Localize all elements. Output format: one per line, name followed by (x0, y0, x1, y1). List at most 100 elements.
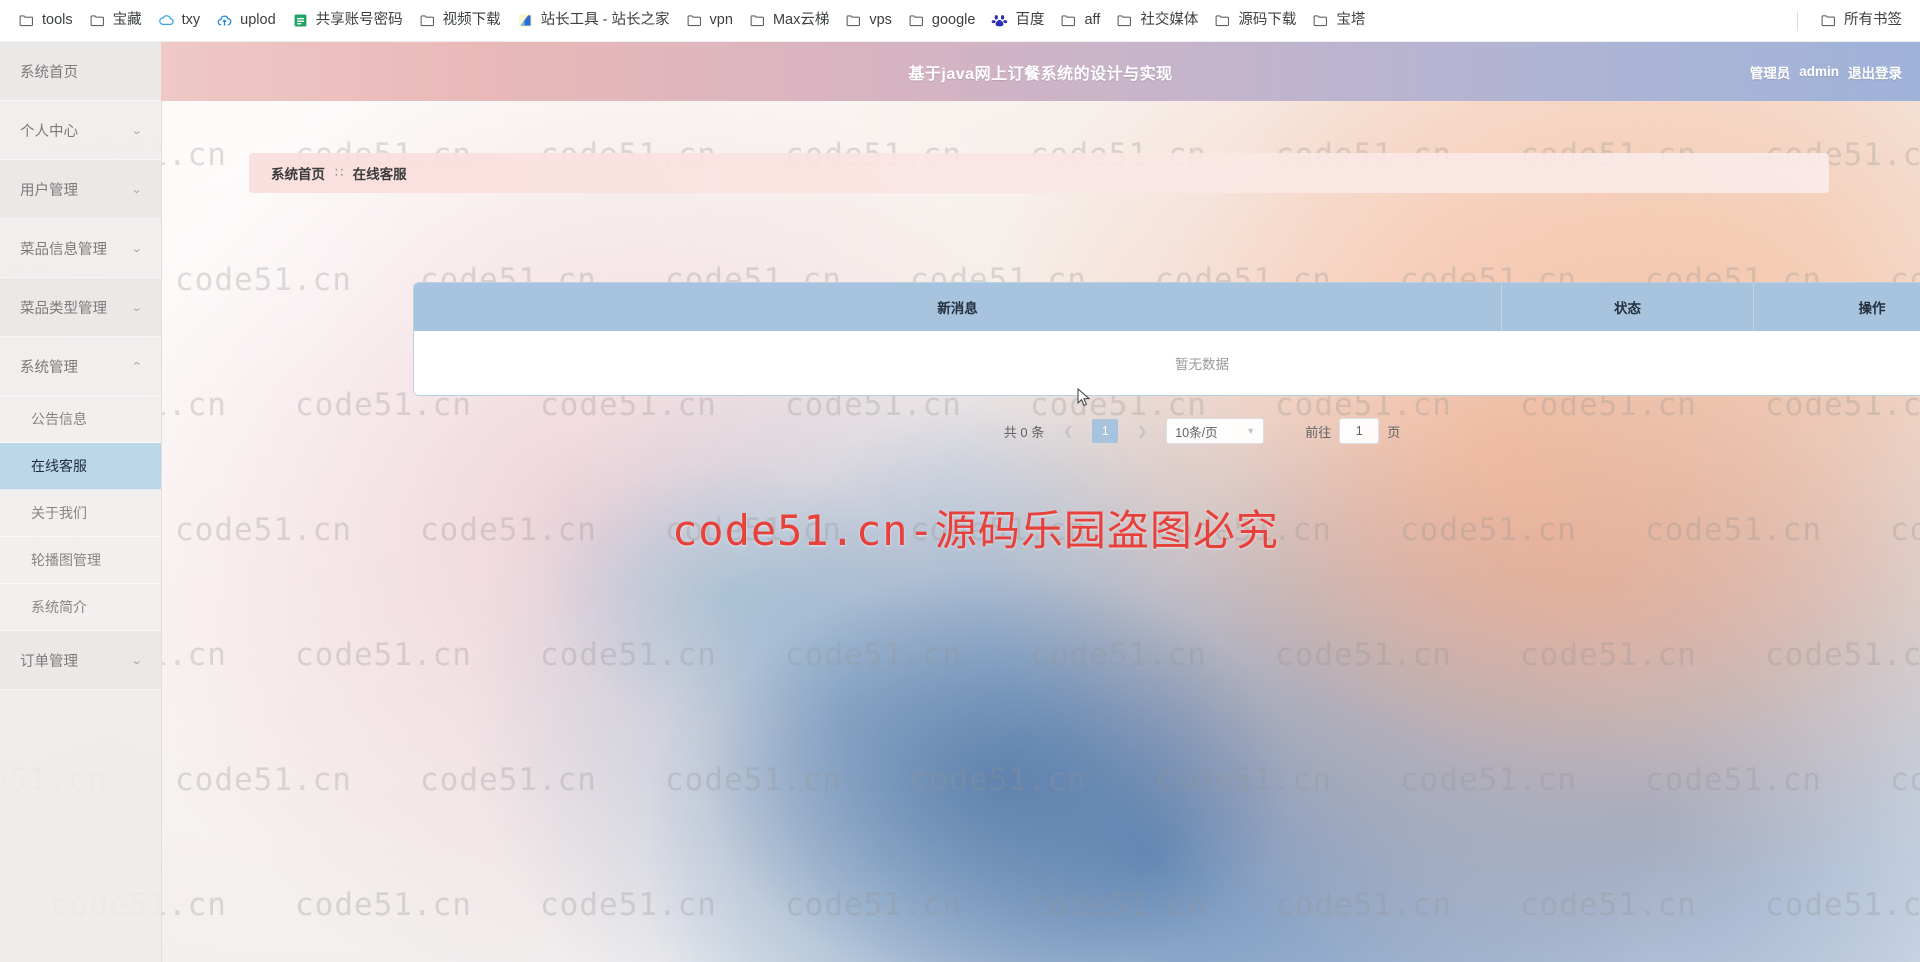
table-head: 新消息 状态 操作 (414, 283, 1920, 331)
folder-icon (845, 12, 862, 29)
table-column-header: 操作 (1753, 283, 1920, 331)
bookmark-item[interactable]: vpn (678, 8, 741, 33)
sidebar-item-label: 系统管理 (20, 359, 78, 376)
page-size-select[interactable]: 10条/页 ▼ (1166, 418, 1265, 444)
all-bookmarks-button[interactable]: 所有书签 (1812, 8, 1910, 33)
sidebar-item-系统管理[interactable]: 系统管理 ⌃ (0, 337, 161, 396)
bookmark-label: vps (869, 12, 892, 29)
breadcrumb-separator-icon: ∷ (335, 165, 344, 180)
page-jump-label: 前往 (1305, 424, 1332, 440)
chevron-right-icon[interactable]: ❯ (1131, 419, 1153, 443)
sidebar-subitem-label: 系统简介 (31, 599, 87, 615)
bookmark-bar-right: 所有书签 (1789, 8, 1910, 33)
bookmark-item[interactable]: 社交媒体 (1108, 8, 1206, 33)
sidebar-item-菜品类型管理[interactable]: 菜品类型管理 ⌄ (0, 278, 161, 337)
sidebar-item-菜品信息管理[interactable]: 菜品信息管理 ⌄ (0, 219, 161, 278)
sidebar-subitem-label: 轮播图管理 (31, 552, 101, 568)
bookmark-item[interactable]: 源码下载 (1206, 8, 1304, 33)
bookmark-item[interactable]: vps (837, 8, 900, 33)
bookmark-label: 源码下载 (1238, 12, 1297, 29)
table-empty-row: 暂无数据 (414, 331, 1920, 395)
sidebar-item-关于我们[interactable]: 关于我们 (0, 490, 161, 537)
bookmark-item[interactable]: txy (150, 8, 209, 33)
bookmark-label: Max云梯 (772, 12, 830, 29)
logout-button[interactable]: 退出登录 (1848, 62, 1902, 82)
folder-icon (1312, 12, 1329, 29)
bookmark-item[interactable]: 视频下载 (411, 8, 509, 33)
sidebar-item-个人中心[interactable]: 个人中心 ⌄ (0, 101, 161, 160)
page-number-1[interactable]: 1 (1092, 419, 1119, 443)
breadcrumb-home[interactable]: 系统首页 (271, 163, 325, 183)
sidebar-item-在线客服[interactable]: 在线客服 (0, 443, 161, 490)
page-size-value: 10条/页 (1175, 425, 1218, 440)
bookmark-item[interactable]: 宝藏 (81, 8, 150, 33)
table-column-header: 新消息 (414, 283, 1502, 331)
sidebar-item-系统简介[interactable]: 系统简介 (0, 584, 161, 631)
sidebar-submenu: 公告信息 在线客服 关于我们轮播图管理系统简介 (0, 396, 161, 631)
bookmark-label: 社交媒体 (1140, 12, 1199, 29)
breadcrumb: 系统首页 ∷ 在线客服 (249, 153, 1829, 193)
bookmark-label: tools (42, 12, 73, 29)
browser-bookmark-bar: tools 宝藏 txy uplod 共享账号密码 视频下载 站长工具 - 站长之家 vpn M… (0, 0, 1920, 42)
sidebar-item-轮播图管理[interactable]: 轮播图管理 (0, 537, 161, 584)
bookmark-item[interactable]: Max云梯 (741, 8, 837, 33)
folder-icon (749, 12, 766, 29)
table-body: 暂无数据 (414, 331, 1920, 395)
page-jump-unit: 页 (1387, 424, 1401, 440)
sidebar-group: 个人中心 ⌄ (0, 101, 161, 160)
bookmark-item[interactable]: 站长工具 - 站长之家 (509, 8, 678, 33)
sidebar-item-用户管理[interactable]: 用户管理 ⌄ (0, 160, 161, 219)
bookmark-item[interactable]: google (900, 8, 984, 33)
folder-icon (1214, 12, 1231, 29)
bookmark-label: uplod (240, 12, 276, 29)
content-area: 系统首页 ∷ 在线客服 新消息 状态 操作 暂无数据 共 0 条 ❮ 1 ❯ 1… (161, 101, 1920, 962)
chevron-down-icon: ⌄ (130, 242, 143, 255)
bookmark-item[interactable]: 共享账号密码 (284, 8, 411, 33)
sheets-icon (292, 12, 309, 29)
user-area: 管理员 admin 退出登录 (1750, 62, 1920, 82)
bookmark-label: aff (1084, 12, 1101, 29)
folder-icon (1820, 12, 1837, 29)
folder-icon (908, 12, 925, 29)
sidebar-navigation: 系统首页 个人中心 ⌄ 用户管理 ⌄ 菜品信息管理 ⌄ 菜品类型管理 ⌄ 系统管理 ⌃ 公告信息 在线客… (0, 42, 162, 962)
chevron-down-icon: ⌄ (130, 301, 143, 314)
table-header-row: 新消息 状态 操作 (414, 283, 1920, 331)
sidebar-group: 系统管理 ⌃ 公告信息 在线客服 关于我们轮播图管理系统简介 (0, 337, 161, 631)
chevron-down-icon: ⌄ (130, 183, 143, 196)
folder-icon (18, 12, 35, 29)
all-bookmarks-label: 所有书签 (1844, 12, 1902, 29)
folder-icon (89, 12, 106, 29)
bookmark-item[interactable]: uplod (208, 8, 283, 33)
user-role-label: 管理员 (1749, 65, 1791, 81)
bookmark-label: 百度 (1015, 12, 1045, 29)
sidebar-item-系统首页[interactable]: 系统首页 (0, 42, 161, 101)
application-viewport: code51.cncode51.cncode51.cncode51.cncode… (0, 42, 1920, 962)
bookmark-item[interactable]: 百度 (983, 8, 1052, 33)
sidebar-item-label: 系统首页 (20, 64, 78, 81)
bookmark-item[interactable]: 宝塔 (1304, 8, 1373, 33)
user-name-label: admin (1799, 64, 1839, 79)
pagination-total: 共 0 条 (1003, 424, 1045, 440)
page-jump-input[interactable] (1339, 418, 1380, 444)
top-header-bar: 基于java网上订餐系统的设计与实现 管理员 admin 退出登录 (161, 42, 1920, 101)
sidebar-item-订单管理[interactable]: 订单管理 ⌄ (0, 631, 161, 690)
pagination-bar: 共 0 条 ❮ 1 ❯ 10条/页 ▼ 前往 页 (413, 414, 1920, 448)
chevron-down-icon: ⌄ (130, 124, 143, 137)
sidebar-item-label: 订单管理 (20, 653, 78, 670)
sidebar-item-label: 菜品类型管理 (20, 300, 107, 317)
chinaz-icon (517, 12, 534, 29)
bookmark-item[interactable]: aff (1052, 8, 1108, 33)
bookmark-label: google (931, 12, 976, 29)
table-column-header: 状态 (1501, 283, 1755, 331)
sidebar-group: 菜品信息管理 ⌄ (0, 219, 161, 278)
bookmark-label: txy (181, 12, 201, 29)
upload-cloud-icon (216, 12, 233, 29)
sidebar-item-公告信息[interactable]: 公告信息 (0, 396, 161, 443)
folder-icon (1060, 12, 1077, 29)
sidebar-item-label: 用户管理 (20, 182, 78, 199)
chevron-down-icon: ⌄ (130, 654, 143, 667)
bookmark-item[interactable]: tools (10, 8, 81, 33)
sidebar-group: 用户管理 ⌄ (0, 160, 161, 219)
folder-icon (686, 12, 703, 29)
chevron-left-icon[interactable]: ❮ (1057, 419, 1079, 443)
